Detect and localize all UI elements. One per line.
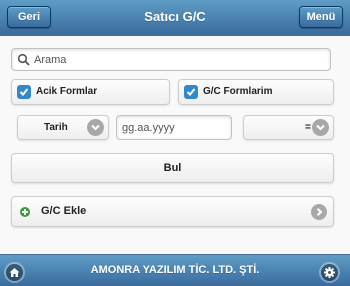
add-entry-button[interactable]: G/C Ekle xyxy=(11,196,334,227)
chevron-down-icon xyxy=(87,119,104,136)
checkmark-icon xyxy=(17,85,31,99)
chevron-down-icon xyxy=(312,119,329,136)
search-field[interactable] xyxy=(11,48,331,71)
checkmark-icon xyxy=(184,85,198,99)
date-field-select-value: Tarih xyxy=(44,122,68,133)
search-input[interactable] xyxy=(34,51,324,69)
add-entry-label: G/C Ekle xyxy=(41,205,87,217)
my-forms-checkbox[interactable]: G/C Formlarim xyxy=(178,79,334,105)
operator-select-value: = xyxy=(305,122,311,133)
search-icon xyxy=(17,53,31,67)
date-field[interactable] xyxy=(116,115,232,140)
open-forms-checkbox[interactable]: Acik Formlar xyxy=(11,79,170,105)
find-button[interactable]: Bul xyxy=(11,153,334,183)
my-forms-label: G/C Formlarim xyxy=(203,86,273,97)
date-input[interactable] xyxy=(122,119,226,136)
chevron-right-icon xyxy=(311,204,327,220)
open-forms-label: Acik Formlar xyxy=(36,86,98,97)
date-field-select[interactable]: Tarih xyxy=(17,115,109,140)
header-bar: Geri Satıcı G/C Menü xyxy=(0,0,350,36)
plus-icon xyxy=(20,207,30,217)
company-name: AMONRA YAZILIM TİC. LTD. ŞTİ. xyxy=(90,264,260,276)
menu-button[interactable]: Menü xyxy=(299,6,343,28)
page-title: Satıcı G/C xyxy=(144,9,206,24)
gear-icon[interactable] xyxy=(321,264,338,281)
operator-select[interactable]: = xyxy=(243,115,334,140)
footer-bar: AMONRA YAZILIM TİC. LTD. ŞTİ. xyxy=(0,254,350,286)
